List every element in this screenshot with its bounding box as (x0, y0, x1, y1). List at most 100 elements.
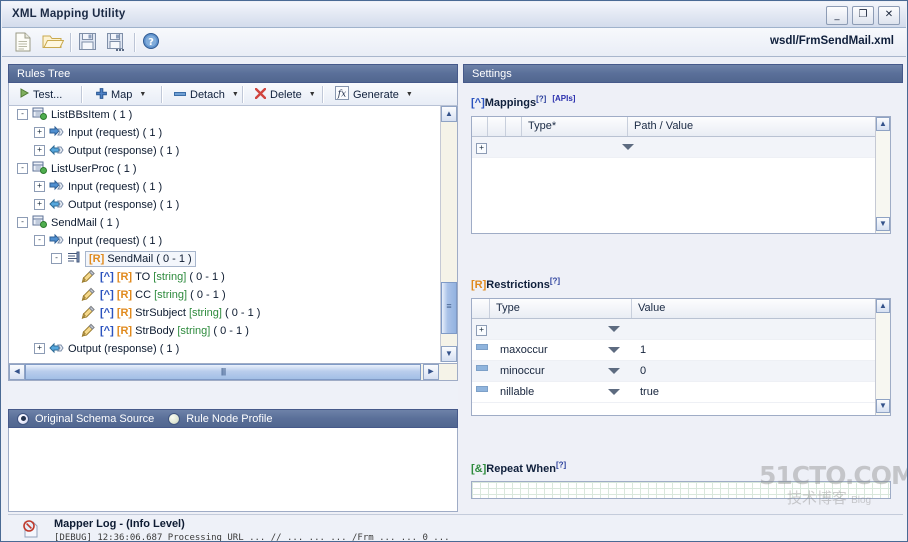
new-document-icon[interactable] (14, 32, 36, 53)
maximize-button[interactable]: ❐ (852, 6, 874, 25)
tree-hscroll-thumb[interactable] (25, 364, 421, 380)
play-icon (20, 88, 30, 101)
tree-node[interactable]: - [R] SendMail ( 0 - 1 ) (9, 250, 441, 268)
restriction-type-cell[interactable] (494, 319, 608, 339)
output-icon (49, 143, 64, 157)
chevron-down-icon[interactable]: ▼ (406, 91, 413, 98)
generate-button-label: Generate (353, 88, 399, 101)
tree-node[interactable]: [^] [R] StrSubject [string] ( 0 - 1 ) (9, 304, 441, 322)
scroll-up-button[interactable]: ▲ (441, 106, 457, 122)
tree-node[interactable]: [^] [R] CC [string] ( 0 - 1 ) (9, 286, 441, 304)
restrictions-scroll-down-button[interactable]: ▼ (876, 399, 890, 413)
chevron-down-icon[interactable]: ▼ (139, 91, 146, 98)
log-error-icon (22, 519, 40, 538)
expand-row-icon[interactable]: + (476, 143, 487, 154)
open-folder-icon[interactable] (42, 32, 65, 53)
tree-node[interactable]: + Output (response) ( 1 ) (9, 142, 441, 160)
tree-node[interactable]: - ListBBsItem ( 1 ) (9, 106, 441, 124)
expand-node-icon[interactable]: + (34, 126, 45, 138)
generate-button[interactable]: fx Generate ▼ (330, 85, 418, 104)
map-button[interactable]: Map ▼ (91, 85, 151, 104)
restriction-row[interactable]: maxoccur 1 (472, 340, 890, 361)
save-icon[interactable] (78, 32, 100, 53)
restriction-row[interactable]: nillable true (472, 382, 890, 403)
expand-node-icon[interactable]: + (34, 198, 45, 210)
test-button[interactable]: Test... (15, 85, 67, 104)
tree-node-label-wrap: Output (response) ( 1 ) (68, 343, 179, 355)
expand-node-icon[interactable]: + (34, 144, 45, 156)
restrictions-scroll-up-button[interactable]: ▲ (876, 299, 890, 313)
tree-scroll-thumb[interactable] (441, 282, 457, 334)
tree-node[interactable]: - SendMail ( 1 ) (9, 214, 441, 232)
restriction-dropdown-icon[interactable] (608, 368, 620, 374)
restriction-type-cell[interactable]: minoccur (494, 361, 608, 381)
restrictions-help-icon[interactable]: [?] (550, 276, 560, 285)
tree-node-label: ListBBsItem ( 1 ) (51, 109, 133, 121)
tree-node[interactable]: - Input (request) ( 1 ) (9, 232, 441, 250)
radio-rule-node-profile[interactable] (168, 412, 181, 425)
expand-row-icon[interactable]: + (476, 325, 487, 336)
tree-node-label: Input (request) ( 1 ) (68, 235, 163, 247)
restrictions-grid[interactable]: Type Value + maxoccur 1 minoccur 0 nillable tr… (471, 298, 891, 416)
apis-link[interactable]: [APIs] (552, 94, 575, 103)
close-button[interactable]: ✕ (878, 6, 900, 25)
collapse-node-icon[interactable]: - (17, 216, 28, 228)
chevron-down-icon[interactable]: ▼ (309, 91, 316, 98)
mappings-help-icon[interactable]: [?] (536, 94, 546, 103)
type-dropdown-icon[interactable] (622, 144, 634, 150)
repeat-when-help-icon[interactable]: [?] (556, 460, 566, 469)
restriction-type-cell[interactable]: nillable (494, 382, 608, 402)
restriction-value-cell[interactable]: 1 (634, 340, 869, 360)
restriction-dropdown-icon[interactable] (608, 347, 620, 353)
expand-node-icon[interactable]: + (34, 180, 45, 192)
delete-button[interactable]: Delete ▼ (250, 85, 321, 104)
mappings-tag: [^] (471, 96, 485, 109)
rules-tree-view[interactable]: - Output (response) ( 1 ) - ListBBsItem ( 1… (8, 106, 458, 364)
tree-node[interactable]: [^] [R] TO [string] ( 0 - 1 ) (9, 268, 441, 286)
node-mapping-tag: [^] (100, 271, 117, 283)
tree-node[interactable]: [^] [R] StrBody [string] ( 0 - 1 ) (9, 322, 441, 340)
collapse-node-icon[interactable]: - (34, 234, 45, 246)
restriction-value-cell[interactable]: true (634, 382, 869, 402)
radio-original-schema-source[interactable] (17, 412, 29, 425)
save-as-icon[interactable] (106, 32, 128, 53)
schema-source-view[interactable] (8, 428, 458, 512)
tree-node[interactable]: + Input (request) ( 1 ) (9, 124, 441, 142)
mappings-row[interactable]: + (472, 137, 890, 158)
tree-node[interactable]: + Input (request) ( 1 ) (9, 178, 441, 196)
chevron-down-icon[interactable]: ▼ (232, 91, 239, 98)
restriction-value-cell[interactable]: 0 (634, 361, 869, 381)
tree-node[interactable]: + Output (response) ( 1 ) (9, 196, 441, 214)
collapse-node-icon[interactable]: - (51, 252, 62, 264)
collapse-node-icon[interactable]: - (17, 108, 28, 120)
rule-node-profile-label[interactable]: Rule Node Profile (186, 413, 272, 425)
help-icon[interactable]: ? (142, 32, 164, 53)
mappings-scroll-up-button[interactable]: ▲ (876, 117, 890, 131)
minimize-button[interactable]: _ (826, 6, 848, 25)
tree-node[interactable]: - ListUserProc ( 1 ) (9, 160, 441, 178)
tree-horizontal-scrollbar[interactable]: ◄ ► (8, 363, 458, 381)
node-restriction-tag: [R] (116, 325, 136, 337)
restriction-row[interactable]: minoccur 0 (472, 361, 890, 382)
restriction-dropdown-icon[interactable] (608, 326, 620, 332)
detach-button[interactable]: Detach ▼ (169, 85, 244, 104)
expand-node-icon[interactable]: + (34, 342, 45, 354)
collapse-node-icon[interactable]: - (17, 162, 28, 174)
restriction-type-cell[interactable]: maxoccur (494, 340, 608, 360)
delete-button-label: Delete (270, 88, 302, 101)
scroll-down-button[interactable]: ▼ (441, 346, 457, 362)
repeat-when-input[interactable] (471, 481, 891, 499)
settings-header: Settings (463, 64, 903, 83)
scroll-left-button[interactable]: ◄ (9, 364, 25, 380)
tree-node[interactable]: + Output (response) ( 1 ) (9, 340, 441, 358)
mappings-grid[interactable]: Type* Path / Value + ▲ ▼ (471, 116, 891, 234)
mappings-scroll-down-button[interactable]: ▼ (876, 217, 890, 231)
restriction-dropdown-icon[interactable] (608, 389, 620, 395)
original-schema-source-label[interactable]: Original Schema Source (35, 413, 154, 425)
tree-vertical-scrollbar[interactable]: ▲ ▼ (440, 106, 457, 362)
map-button-label: Map (111, 88, 133, 101)
restriction-row[interactable]: + (472, 319, 890, 340)
restriction-value-cell[interactable] (634, 319, 869, 339)
tree-node-label-wrap: [^] [R] StrSubject [string] ( 0 - 1 ) (100, 307, 260, 319)
scroll-right-button[interactable]: ► (423, 364, 439, 380)
